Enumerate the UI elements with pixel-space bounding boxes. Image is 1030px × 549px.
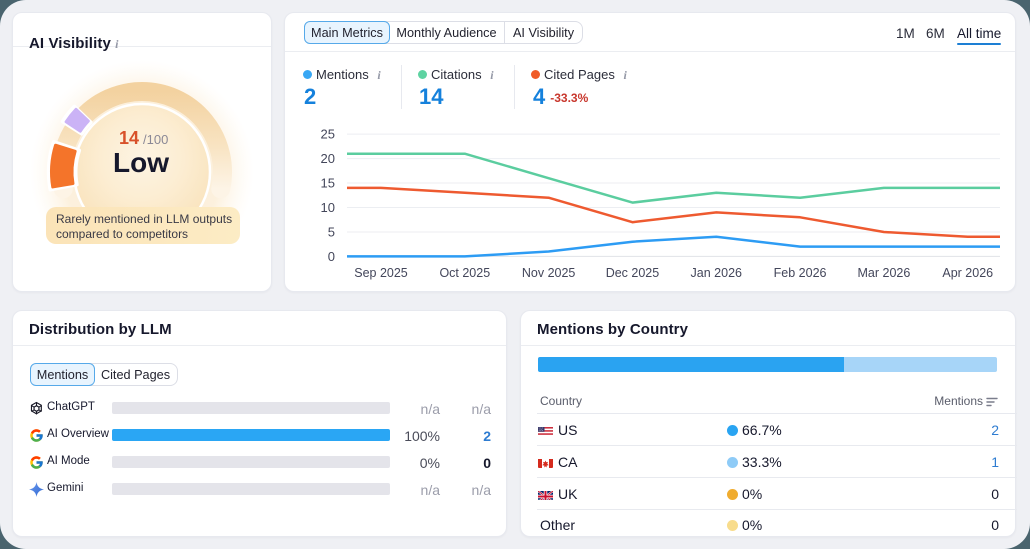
svg-text:10: 10 <box>321 200 335 215</box>
svg-text:Oct 2025: Oct 2025 <box>439 266 490 280</box>
svg-text:Nov 2025: Nov 2025 <box>522 266 576 280</box>
svg-text:0: 0 <box>328 249 335 264</box>
svg-text:15: 15 <box>321 176 335 191</box>
svg-text:Sep 2025: Sep 2025 <box>354 266 408 280</box>
svg-text:25: 25 <box>321 127 335 142</box>
svg-text:Dec 2025: Dec 2025 <box>606 266 660 280</box>
svg-text:5: 5 <box>328 224 335 239</box>
svg-text:Apr 2026: Apr 2026 <box>942 266 993 280</box>
svg-text:Feb 2026: Feb 2026 <box>774 266 827 280</box>
svg-text:20: 20 <box>321 151 335 166</box>
svg-text:Jan 2026: Jan 2026 <box>691 266 742 280</box>
svg-text:Mar 2026: Mar 2026 <box>858 266 911 280</box>
